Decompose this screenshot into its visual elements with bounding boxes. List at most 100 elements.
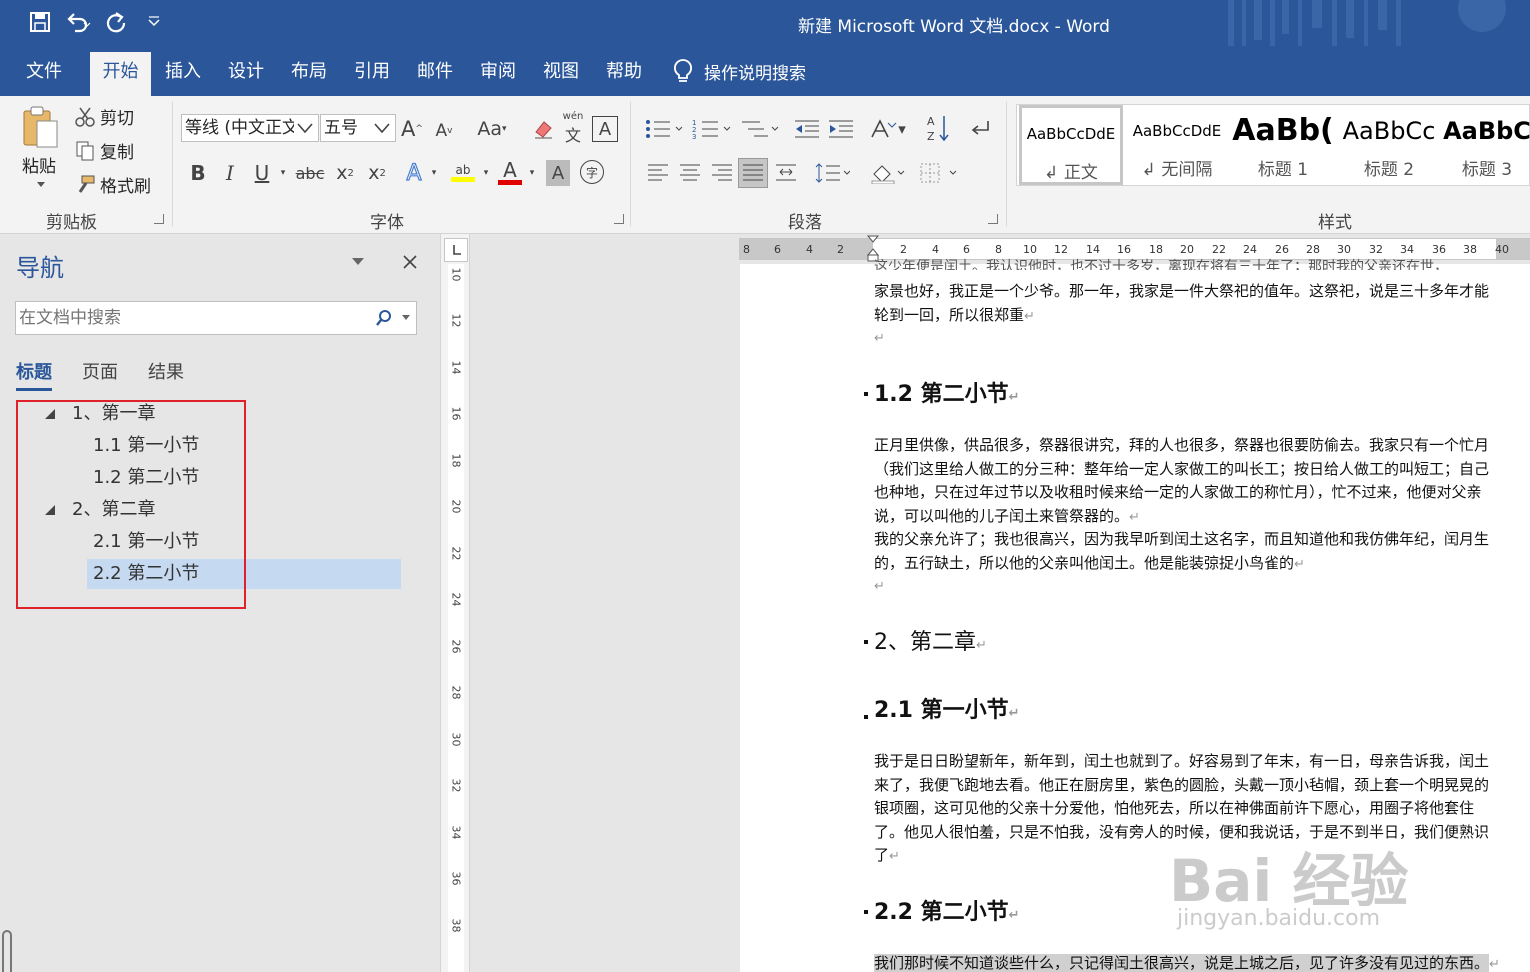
distributed-icon[interactable]	[772, 160, 800, 186]
search-options-icon[interactable]	[398, 308, 414, 328]
tab-help[interactable]: 帮助	[594, 52, 654, 96]
tab-review[interactable]: 审阅	[468, 52, 528, 96]
bold-button[interactable]: B	[186, 160, 210, 186]
align-right-icon[interactable]	[708, 160, 736, 186]
paragraph-mark: ↵	[1129, 509, 1140, 525]
chevron-down-icon[interactable]	[371, 115, 393, 141]
ruler-number: 38	[449, 918, 463, 933]
enclose-characters-button[interactable]: 字	[580, 160, 604, 184]
tab-layout[interactable]: 布局	[279, 52, 339, 96]
style-heading-1[interactable]: AaBb( 标题 1	[1231, 105, 1335, 185]
close-icon[interactable]	[398, 250, 422, 274]
paragraph: 正月里供像，供品很多，祭器很讲究，拜的人也很多，祭器也很要防偷去。我家只有一个忙…	[874, 434, 1502, 529]
chevron-down-icon[interactable]: ▾	[526, 166, 538, 180]
tab-references[interactable]: 引用	[342, 52, 402, 96]
text-effects-icon[interactable]: A	[402, 160, 426, 186]
cut-button[interactable]: 剪切	[74, 104, 134, 129]
borders-icon[interactable]	[916, 160, 960, 186]
font-color-button[interactable]: A	[496, 158, 524, 186]
style-normal[interactable]: AaBbCcDdE ↲ 正文	[1019, 105, 1123, 185]
strikethrough-button[interactable]: abc	[296, 160, 325, 186]
document-area: 8 6 4 2 2 4 6 8 10 12 14 16 18 20 22 24 …	[471, 234, 1530, 972]
paste-dropdown-icon[interactable]	[34, 180, 48, 190]
empty-paragraph: ↵	[874, 574, 1502, 599]
sort-icon[interactable]: AZ	[924, 112, 952, 144]
increase-indent-icon[interactable]	[826, 116, 856, 142]
ruler-number: 26	[449, 639, 463, 654]
nav-tab-results[interactable]: 结果	[148, 358, 184, 384]
underline-button[interactable]: U	[250, 160, 274, 186]
copy-button[interactable]: 复制	[74, 138, 134, 163]
nav-options-icon[interactable]	[348, 252, 368, 272]
character-shading-button[interactable]: A	[546, 160, 570, 186]
highlight-color-button[interactable]: ab	[448, 158, 478, 186]
multilevel-list-icon[interactable]	[740, 116, 780, 142]
style-heading-2[interactable]: AaBbCc 标题 2	[1337, 105, 1441, 185]
paragraph-mark: ↵	[1008, 908, 1020, 923]
paste-button[interactable]: 粘贴	[22, 152, 56, 177]
line-spacing-icon[interactable]	[812, 160, 852, 186]
justify-icon[interactable]	[738, 158, 768, 188]
paragraph-mark: ↵	[1294, 556, 1305, 572]
align-center-icon[interactable]	[676, 160, 704, 186]
italic-button[interactable]: I	[218, 160, 242, 186]
document-page[interactable]: 这少年便是闰土。我认识他时，也不过十多岁，离现在将有三十年了；那时我的父亲还在世…	[740, 259, 1530, 972]
customize-qat-icon[interactable]	[140, 8, 168, 36]
tab-home[interactable]: 开始	[90, 52, 151, 96]
vertical-ruler: 10 12 14 16 18 20 22 24 26 28 30 32 34 3…	[440, 234, 470, 972]
paragraph-group-label: 段落	[788, 213, 822, 233]
asian-layout-icon[interactable]: ▾	[868, 116, 908, 142]
tab-mailings[interactable]: 邮件	[405, 52, 465, 96]
heading-bullet	[864, 392, 868, 396]
heading-text: 1.2 第二小节	[874, 382, 1009, 407]
subscript-button[interactable]: x2	[332, 160, 358, 186]
font-launcher-icon[interactable]	[614, 214, 624, 224]
search-input[interactable]	[16, 302, 356, 334]
nav-tab-headings[interactable]: 标题	[16, 358, 52, 391]
clipboard-launcher-icon[interactable]	[154, 214, 164, 224]
tab-design[interactable]: 设计	[216, 52, 276, 96]
underline-dropdown-icon[interactable]: ▾	[276, 166, 290, 180]
redo-icon[interactable]	[102, 8, 130, 36]
grow-font-button[interactable]: A ^	[400, 116, 424, 142]
numbering-icon[interactable]: 123	[692, 116, 732, 142]
show-hide-marks-icon[interactable]	[966, 116, 994, 142]
style-no-spacing[interactable]: AaBbCcDdE ↲ 无间隔	[1125, 105, 1229, 185]
ruler-number: 28	[1306, 243, 1320, 256]
shading-icon[interactable]	[868, 160, 908, 186]
tab-selector-icon[interactable]	[444, 238, 468, 262]
phonetic-guide-button[interactable]: wén 文	[560, 111, 586, 145]
paragraph-mark: ↵	[889, 849, 900, 864]
font-name-combo[interactable]: 等线 (中文正文	[181, 114, 319, 142]
chevron-down-icon[interactable]: ▾	[480, 166, 492, 180]
decrease-indent-icon[interactable]	[792, 116, 822, 142]
tab-insert[interactable]: 插入	[153, 52, 213, 96]
paragraph-text: 我们那时候不知道谈些什么，只记得闰土很高兴，说是上城之后，见了许多没有见过的东西…	[874, 954, 1490, 972]
shrink-font-button[interactable]: Av	[432, 118, 456, 144]
save-icon[interactable]	[26, 8, 54, 36]
superscript-button[interactable]: x2	[364, 160, 390, 186]
cut-label: 剪切	[100, 109, 134, 129]
format-painter-button[interactable]: 格式刷	[74, 172, 151, 197]
tab-view[interactable]: 视图	[531, 52, 591, 96]
chevron-down-icon[interactable]	[294, 115, 316, 141]
undo-icon[interactable]	[64, 8, 92, 36]
tell-me-search[interactable]: 操作说明搜索	[672, 58, 806, 84]
align-left-icon[interactable]	[644, 160, 672, 186]
search-icon[interactable]	[372, 306, 396, 330]
bullets-icon[interactable]	[644, 116, 684, 142]
change-case-button[interactable]: Aa ▾	[472, 116, 512, 142]
style-heading-3[interactable]: AaBbC 标题 3	[1443, 105, 1530, 185]
font-size-combo[interactable]: 五号	[320, 114, 396, 142]
chevron-down-icon[interactable]: ▾	[428, 166, 440, 180]
paste-icon[interactable]	[18, 104, 64, 152]
style-name: 标题 1	[1257, 160, 1309, 180]
style-name: 标题 3	[1461, 160, 1513, 180]
resize-handle[interactable]	[2, 930, 12, 972]
paragraph-launcher-icon[interactable]	[988, 214, 998, 224]
tab-file[interactable]: 文件	[14, 52, 74, 96]
clear-formatting-icon[interactable]	[530, 116, 556, 142]
character-border-button[interactable]: A	[592, 116, 618, 142]
ruler-number: 10	[1023, 243, 1037, 256]
nav-tab-pages[interactable]: 页面	[82, 358, 118, 384]
